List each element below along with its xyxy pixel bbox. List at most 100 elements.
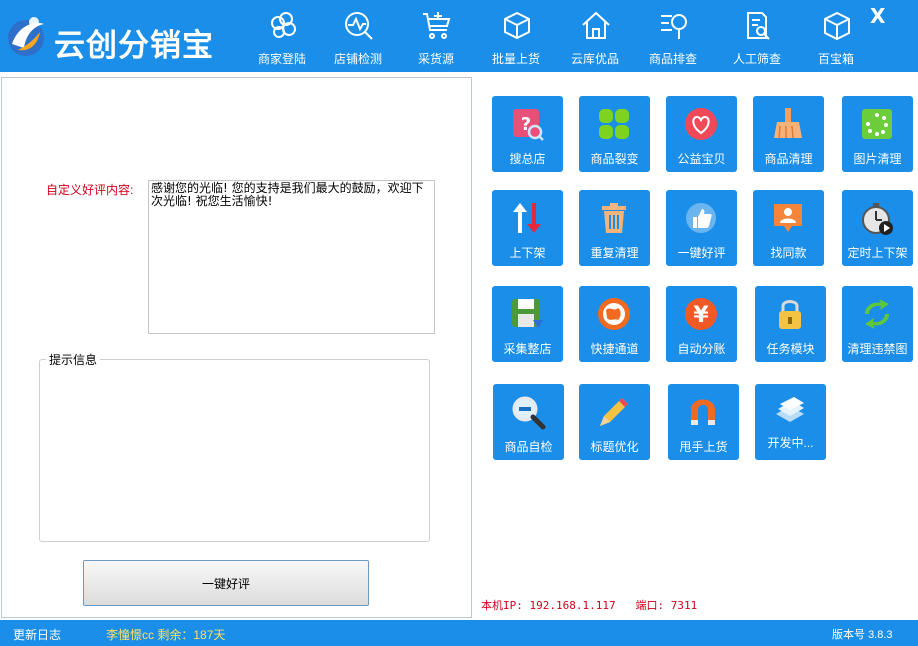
pencil-icon xyxy=(600,398,628,426)
cloud-icon xyxy=(271,12,296,38)
tool-product-split[interactable]: 商品裂变 xyxy=(579,96,650,172)
tool-auto-split-bill[interactable]: ¥ 自动分账 xyxy=(666,286,737,362)
nav-sourcing[interactable]: 采货源 xyxy=(397,0,475,72)
tool-label: 快捷通道 xyxy=(590,342,639,356)
tool-label: 图片清理 xyxy=(853,152,902,166)
nav-label: 商家登陆 xyxy=(257,52,306,66)
remaining-days: 剩余：187天 xyxy=(157,628,226,642)
refresh-icon xyxy=(865,299,889,329)
box-icon xyxy=(824,11,850,41)
cart-add-icon xyxy=(423,12,451,39)
tool-title-optimize[interactable]: 标题优化 xyxy=(579,384,650,460)
tool-label: 公益宝贝 xyxy=(677,152,726,166)
nav-toolbox[interactable]: 百宝箱 xyxy=(797,0,875,72)
username: 李憧憬cc xyxy=(106,628,155,642)
tool-label: 任务模块 xyxy=(766,342,815,356)
ip-label: 本机IP: xyxy=(481,599,523,612)
version-number: 3.8.3 xyxy=(868,629,893,641)
tool-clean-banned-images[interactable]: 清理违禁图 xyxy=(842,286,913,362)
globe-icon xyxy=(598,298,630,330)
network-info: 本机IP: 192.168.1.117 端口: 7311 xyxy=(481,597,697,613)
tool-collect-store[interactable]: 采集整店 xyxy=(492,286,563,362)
stopwatch-icon xyxy=(862,203,893,235)
tool-product-clean[interactable]: 商品清理 xyxy=(753,96,824,172)
clover-icon xyxy=(599,109,629,139)
tool-charity[interactable]: 公益宝贝 xyxy=(666,96,737,172)
tool-label: 定时上下架 xyxy=(847,246,908,260)
app-title: 云创分销宝 xyxy=(54,28,214,64)
tool-label: 标题优化 xyxy=(590,440,639,454)
padlock-icon xyxy=(779,300,801,329)
chart-search-icon xyxy=(345,12,373,40)
tool-label: 清理违禁图 xyxy=(847,342,908,356)
nav-bulk-upload[interactable]: 批量上货 xyxy=(477,0,555,72)
nav-product-audit[interactable]: 商品排查 xyxy=(634,0,712,72)
app-logo-icon xyxy=(8,17,44,56)
tool-label: 找同款 xyxy=(770,246,807,260)
nav-manual-screen[interactable]: 人工筛查 xyxy=(718,0,796,72)
tool-label: 采集整店 xyxy=(503,342,552,356)
version-info: 版本号 3.8.3 xyxy=(832,626,893,642)
nav-cloud-picks[interactable]: 云库优品 xyxy=(556,0,634,72)
document-search-icon xyxy=(747,12,770,40)
sort-search-icon xyxy=(661,14,687,39)
nav-merchant-login[interactable]: 商家登陆 xyxy=(243,0,321,72)
tool-one-click-review[interactable]: 一键好评 xyxy=(666,190,737,266)
heart-icon xyxy=(685,108,717,140)
nav-label: 商品排查 xyxy=(648,52,697,66)
custom-comment-label: 自定义好评内容: xyxy=(46,183,134,197)
tool-shelf-toggle[interactable]: 上下架 xyxy=(492,190,563,266)
tool-label: 上下架 xyxy=(509,246,546,260)
one-click-review-button[interactable]: 一键好评 xyxy=(83,560,369,606)
nav-store-check[interactable]: 店铺检测 xyxy=(319,0,397,72)
tool-label: 商品清理 xyxy=(764,152,813,166)
cube-upload-icon xyxy=(504,11,530,40)
comment-textarea[interactable]: 感谢您的光临! 您的支持是我们最大的鼓励，欢迎下次光临! 祝您生活愉快! xyxy=(148,180,435,334)
tool-product-selfcheck[interactable]: 商品自检 xyxy=(493,384,564,460)
tool-label: 搜总店 xyxy=(509,152,546,166)
person-tag-icon xyxy=(774,204,802,232)
save-disk-icon xyxy=(512,299,543,328)
broom-icon xyxy=(774,108,802,139)
port-value: 7311 xyxy=(670,599,698,612)
nav-label: 云库优品 xyxy=(570,52,619,66)
magnifier-minus-icon xyxy=(512,396,546,430)
changelog-link[interactable]: 更新日志 xyxy=(13,626,61,643)
tool-find-similar[interactable]: 找同款 xyxy=(753,190,824,266)
house-icon xyxy=(582,11,610,39)
hint-info-title: 提示信息 xyxy=(46,351,101,368)
version-label: 版本号 xyxy=(832,629,865,641)
tool-image-clean[interactable]: 图片清理 xyxy=(842,96,913,172)
nav-label: 人工筛查 xyxy=(732,52,781,66)
stack-icon xyxy=(776,397,804,422)
ip-value: 192.168.1.117 xyxy=(529,599,616,612)
thumbs-up-icon xyxy=(686,203,716,233)
tool-duplicate-clean[interactable]: 重复清理 xyxy=(579,190,650,266)
hint-info-box xyxy=(39,359,430,542)
user-info: 李憧憬cc 剩余：187天 xyxy=(106,626,225,643)
tool-quick-upload[interactable]: 甩手上货 xyxy=(668,384,739,460)
close-button[interactable]: X xyxy=(870,4,885,28)
tool-label: 自动分账 xyxy=(677,342,726,356)
search-store-icon: ? xyxy=(513,109,544,141)
tool-label: 一键好评 xyxy=(677,246,726,260)
up-down-arrows-icon xyxy=(513,203,541,233)
tool-search-store[interactable]: ? 搜总店 xyxy=(492,96,563,172)
tool-label: 商品自检 xyxy=(504,440,553,454)
svg-text:¥: ¥ xyxy=(693,303,709,328)
tool-label: 商品裂变 xyxy=(590,152,639,166)
tool-label: 重复清理 xyxy=(590,246,639,260)
tool-label: 开发中... xyxy=(767,436,814,450)
tool-task-module[interactable]: 任务模块 xyxy=(755,286,826,362)
tool-in-development[interactable]: 开发中... xyxy=(755,384,826,460)
tool-fast-channel[interactable]: 快捷通道 xyxy=(579,286,650,362)
port-label: 端口: xyxy=(635,599,665,612)
nav-label: 批量上货 xyxy=(491,52,540,66)
nav-label: 采货源 xyxy=(417,52,454,66)
magnet-icon xyxy=(691,399,715,425)
tool-scheduled-shelf[interactable]: 定时上下架 xyxy=(842,190,913,266)
yuan-icon: ¥ xyxy=(685,298,717,330)
tool-label: 甩手上货 xyxy=(679,440,728,454)
trash-icon xyxy=(602,203,626,233)
nav-label: 店铺检测 xyxy=(333,52,382,66)
